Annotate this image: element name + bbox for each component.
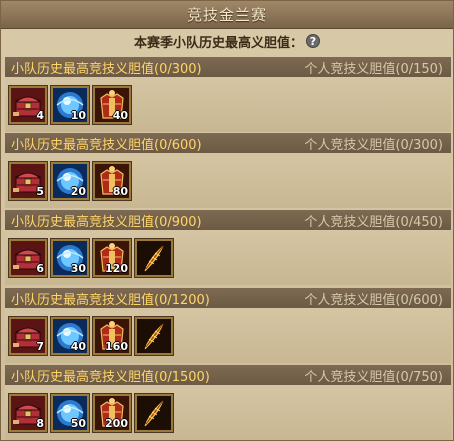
reward-slots: 6 30 120 xyxy=(5,230,451,285)
reward-quantity: 50 xyxy=(70,416,86,430)
reward-slot[interactable]: 200 xyxy=(93,393,131,432)
reward-quantity: 200 xyxy=(105,416,128,430)
reward-slot[interactable]: 40 xyxy=(51,316,89,355)
tier-header: 小队历史最高竞技义胆值(0/600) 个人竞技义胆值(0/300) xyxy=(5,133,451,153)
season-record-row: 本赛季小队历史最高义胆值： ? xyxy=(1,29,453,53)
panel-title: 竞技金兰赛 xyxy=(186,6,267,24)
reward-slots: 5 20 80 xyxy=(5,153,451,208)
personal-score-requirement: 个人竞技义胆值(0/750) xyxy=(304,369,443,385)
personal-score-requirement: 个人竞技义胆值(0/150) xyxy=(304,61,443,77)
season-record-label: 本赛季小队历史最高义胆值： xyxy=(133,35,303,51)
reward-tier: 小队历史最高竞技义胆值(0/300) 个人竞技义胆值(0/150) 4 10 40 xyxy=(5,57,451,132)
tier-header: 小队历史最高竞技义胆值(0/1500) 个人竞技义胆值(0/750) xyxy=(5,365,451,385)
reward-slot[interactable]: 8 xyxy=(9,393,47,432)
reward-quantity: 6 xyxy=(36,261,44,275)
team-score-requirement: 小队历史最高竞技义胆值(0/900) xyxy=(11,214,202,230)
reward-slot[interactable]: 20 xyxy=(51,161,89,200)
reward-slot[interactable]: 80 xyxy=(93,161,131,200)
reward-slot[interactable]: 5 xyxy=(9,161,47,200)
reward-slots: 8 50 200 xyxy=(5,385,451,440)
reward-quantity: 5 xyxy=(36,184,44,198)
title-bar: 竞技金兰赛 xyxy=(1,1,453,29)
reward-quantity: 8 xyxy=(36,416,44,430)
reward-tier: 小队历史最高竞技义胆值(0/1200) 个人竞技义胆值(0/600) 7 40 160 xyxy=(5,288,451,363)
reward-slot[interactable]: 4 xyxy=(9,85,47,124)
reward-slot[interactable] xyxy=(135,316,173,355)
reward-tier: 小队历史最高竞技义胆值(0/600) 个人竞技义胆值(0/300) 5 20 80 xyxy=(5,133,451,208)
reward-slots: 7 40 160 xyxy=(5,308,451,363)
reward-quantity: 10 xyxy=(70,108,86,122)
personal-score-requirement: 个人竞技义胆值(0/300) xyxy=(304,137,443,153)
tier-header: 小队历史最高竞技义胆值(0/300) 个人竞技义胆值(0/150) xyxy=(5,57,451,77)
reward-slot[interactable]: 7 xyxy=(9,316,47,355)
reward-slots: 4 10 40 xyxy=(5,77,451,132)
personal-score-requirement: 个人竞技义胆值(0/600) xyxy=(304,292,443,308)
personal-score-requirement: 个人竞技义胆值(0/450) xyxy=(304,214,443,230)
reward-slot[interactable] xyxy=(135,393,173,432)
reward-slot[interactable]: 30 xyxy=(51,238,89,277)
reward-quantity: 120 xyxy=(105,261,128,275)
reward-slot[interactable]: 40 xyxy=(93,85,131,124)
reward-quantity: 40 xyxy=(112,108,128,122)
help-icon[interactable]: ? xyxy=(306,34,320,48)
reward-quantity: 160 xyxy=(105,339,128,353)
reward-tier: 小队历史最高竞技义胆值(0/1500) 个人竞技义胆值(0/750) 8 50 200 xyxy=(5,365,451,440)
team-score-requirement: 小队历史最高竞技义胆值(0/1500) xyxy=(11,369,210,385)
reward-slot[interactable]: 50 xyxy=(51,393,89,432)
tier-header: 小队历史最高竞技义胆值(0/900) 个人竞技义胆值(0/450) xyxy=(5,210,451,230)
arena-reward-panel: 竞技金兰赛 本赛季小队历史最高义胆值： ? 小队历史最高竞技义胆值(0/300)… xyxy=(0,0,454,441)
team-score-requirement: 小队历史最高竞技义胆值(0/1200) xyxy=(11,292,210,308)
reward-slot[interactable]: 6 xyxy=(9,238,47,277)
reward-quantity: 40 xyxy=(70,339,86,353)
reward-slot[interactable]: 160 xyxy=(93,316,131,355)
reward-quantity: 20 xyxy=(70,184,86,198)
reward-quantity: 80 xyxy=(112,184,128,198)
team-score-requirement: 小队历史最高竞技义胆值(0/300) xyxy=(11,61,202,77)
team-score-requirement: 小队历史最高竞技义胆值(0/600) xyxy=(11,137,202,153)
reward-quantity: 4 xyxy=(36,108,44,122)
reward-slot[interactable]: 10 xyxy=(51,85,89,124)
reward-tier: 小队历史最高竞技义胆值(0/900) 个人竞技义胆值(0/450) 6 30 120 xyxy=(5,210,451,285)
reward-slot[interactable] xyxy=(135,238,173,277)
reward-slot[interactable]: 120 xyxy=(93,238,131,277)
reward-quantity: 7 xyxy=(36,339,44,353)
reward-quantity: 30 xyxy=(70,261,86,275)
tier-header: 小队历史最高竞技义胆值(0/1200) 个人竞技义胆值(0/600) xyxy=(5,288,451,308)
